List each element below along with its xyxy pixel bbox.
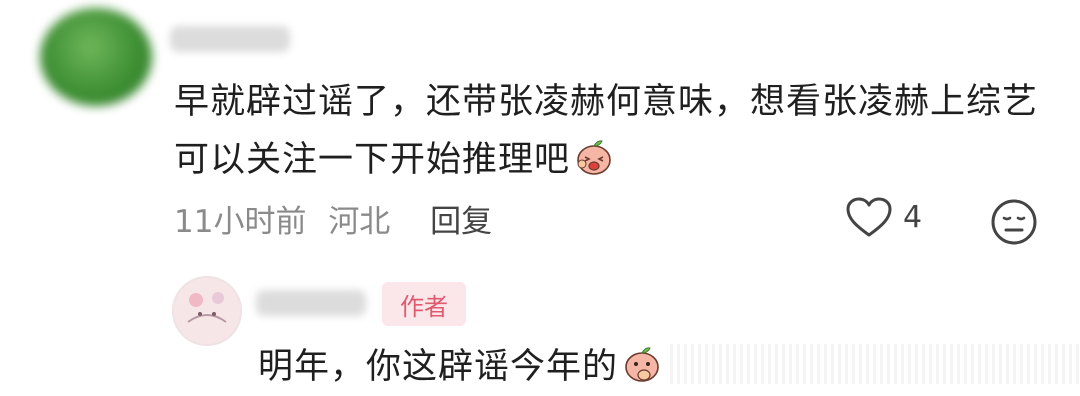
avatar-illustration-icon <box>174 278 240 344</box>
author-name-blurred[interactable] <box>256 290 366 316</box>
comment-meta: 11小时前 河北 回复 <box>174 196 492 241</box>
watermark-stripes <box>670 344 1080 384</box>
laughing-peach-emoji-icon <box>577 140 611 175</box>
like-button[interactable]: 4 <box>845 196 922 238</box>
commenter-name-blurred[interactable] <box>170 26 290 52</box>
comment-time: 11小时前 <box>174 204 307 240</box>
reply-button[interactable]: 回复 <box>430 204 492 240</box>
commenter-avatar[interactable] <box>40 8 152 106</box>
comment-location: 河北 <box>328 204 391 240</box>
heart-icon <box>846 197 892 237</box>
comment-body: 早就辟过谣了，还带张凌赫何意味，想看张凌赫上综艺可以关注一下开始推理吧 <box>174 73 1044 189</box>
covering-mouth-peach-emoji-icon <box>625 347 659 382</box>
reply-body: 明年，你这辟谣今年的 <box>258 338 662 396</box>
like-count: 4 <box>903 199 923 235</box>
reply-text: 明年，你这辟谣今年的 <box>258 347 619 387</box>
dislike-face-icon[interactable] <box>990 198 1038 246</box>
author-badge: 作者 <box>382 282 466 326</box>
author-avatar[interactable] <box>172 276 242 346</box>
